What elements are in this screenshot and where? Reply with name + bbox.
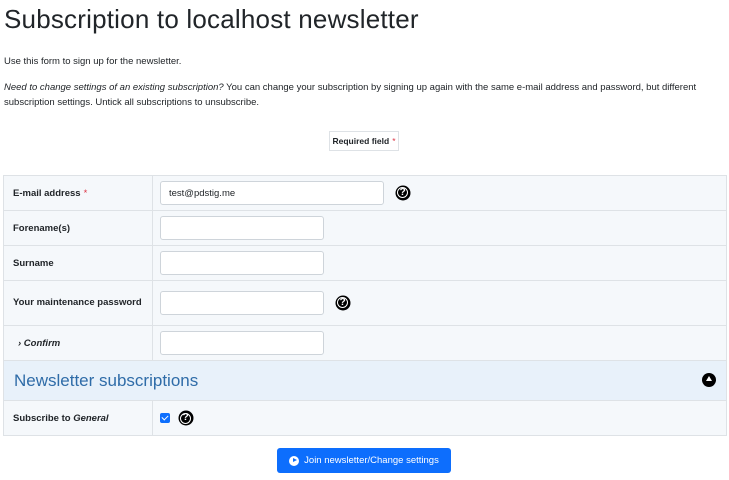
confirm-row: › Confirm — [3, 325, 727, 361]
subscription-form: E-mail address* ? Forename(s) Surname Yo… — [3, 175, 727, 436]
subscribe-checkbox[interactable] — [160, 413, 170, 423]
email-label: E-mail address * — [3, 175, 153, 211]
email-row: E-mail address* ? — [3, 175, 727, 211]
join-newsletter-button[interactable]: Join newsletter/Change settings — [277, 448, 451, 473]
surname-field[interactable] — [160, 251, 324, 275]
required-star: * — [392, 136, 396, 146]
subscribe-general-row: Subscribe to General ? — [3, 400, 727, 436]
confirm-password-label: › Confirm — [3, 325, 153, 361]
email-field[interactable] — [160, 181, 384, 205]
subscription-change-note: Need to change settings of an existing s… — [4, 80, 724, 110]
forename-field[interactable] — [160, 216, 324, 240]
join-newsletter-label: Join newsletter/Change settings — [304, 455, 439, 466]
required-legend-label: Required field — [332, 136, 390, 146]
list-name: General — [73, 412, 109, 424]
collapse-toggle-icon[interactable] — [702, 372, 716, 387]
help-icon[interactable]: ? — [178, 411, 193, 425]
help-icon[interactable]: ? — [395, 185, 410, 200]
subscriptions-header-row: Newsletter subscriptions — [3, 360, 727, 401]
required-field-legend: Required field * — [329, 131, 399, 151]
subscribe-label: Subscribe to General — [3, 400, 153, 436]
password-row: Your maintenance password ? — [3, 280, 727, 326]
surname-row: Surname — [3, 245, 727, 281]
forename-row: Forename(s) — [3, 210, 727, 246]
page-title: Subscription to localhost newsletter — [4, 4, 419, 34]
confirm-password-field[interactable] — [160, 331, 324, 355]
help-icon[interactable]: ? — [335, 295, 350, 310]
password-label: Your maintenance password — [3, 280, 153, 326]
surname-label: Surname — [3, 245, 153, 281]
play-circle-icon — [289, 455, 300, 466]
forename-label: Forename(s) — [3, 210, 153, 246]
password-field[interactable] — [160, 291, 324, 315]
intro-text: Use this form to sign up for the newslet… — [4, 56, 182, 67]
subscriptions-heading: Newsletter subscriptions — [3, 360, 727, 401]
note-emphasis: Need to change settings of an existing s… — [4, 82, 224, 93]
required-star: * — [83, 187, 88, 199]
